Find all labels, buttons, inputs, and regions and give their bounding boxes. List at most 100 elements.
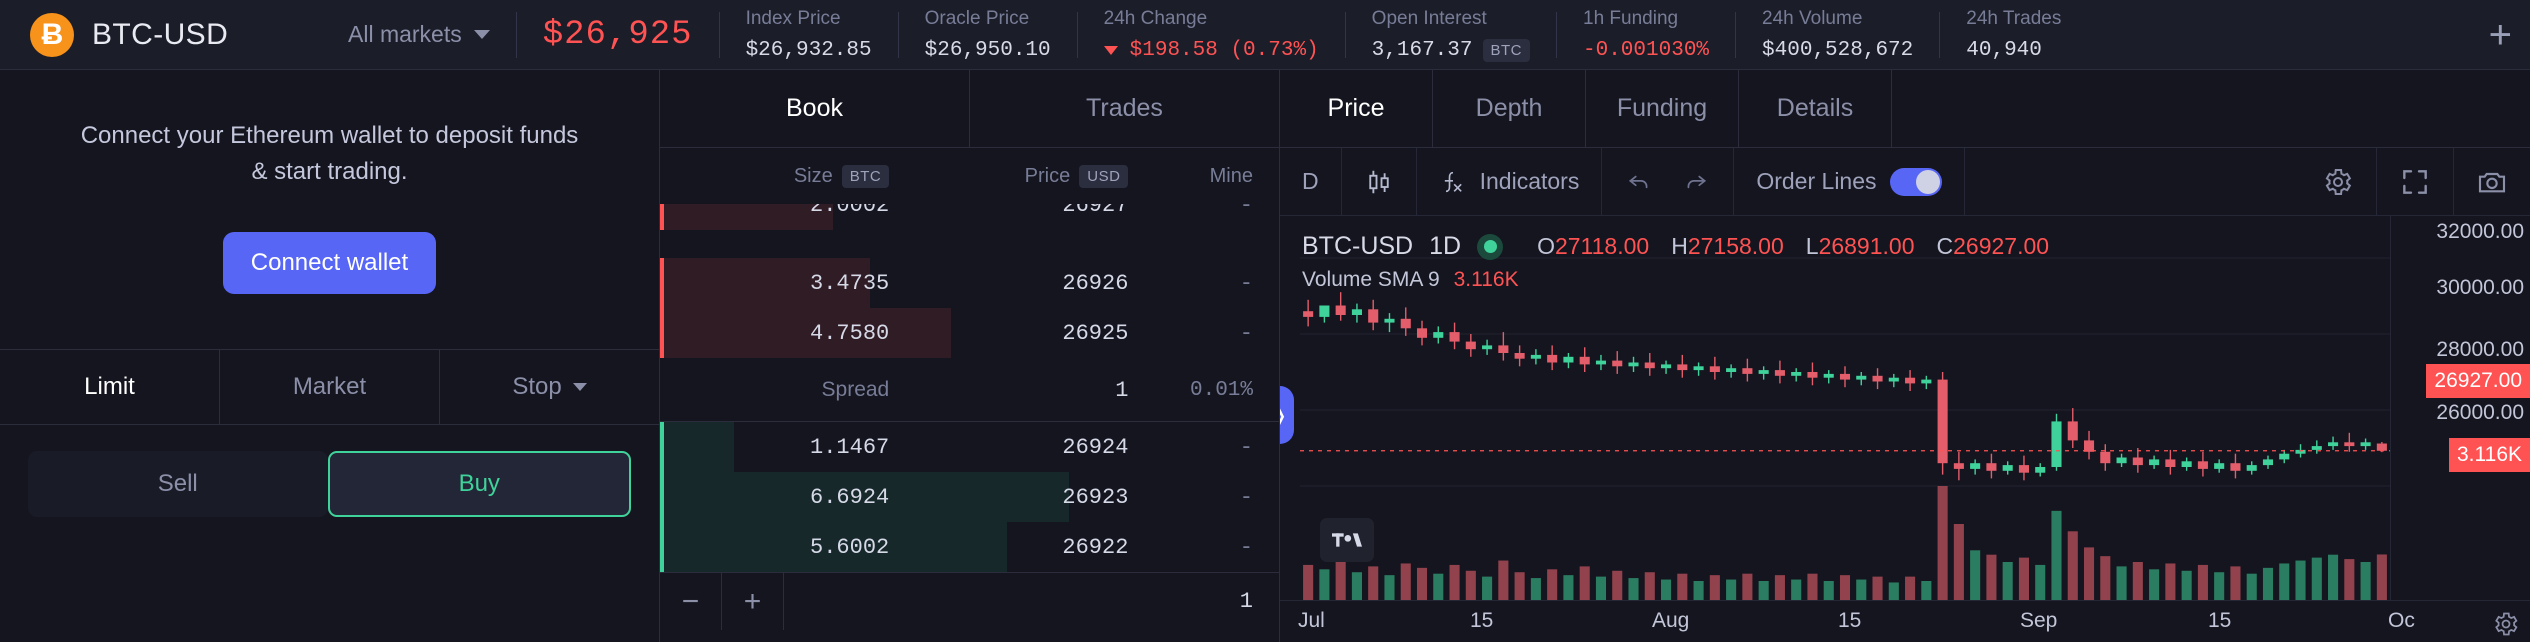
stat-label: 24h Change: [1103, 7, 1208, 29]
tab-trades[interactable]: Trades: [970, 70, 1279, 147]
bitcoin-icon: Ƀ: [30, 12, 74, 57]
tradingview-logo: [1320, 518, 1374, 562]
time-tick: 15: [2208, 609, 2232, 632]
ask-edge: [660, 204, 664, 230]
cell-mine: -: [1239, 204, 1253, 218]
buy-button[interactable]: Buy: [327, 451, 631, 517]
stat-label: Oracle Price: [924, 7, 1030, 29]
divider: [1735, 11, 1737, 58]
stat-index-price: Index Price $26,932.85: [746, 8, 872, 62]
divider: [1076, 11, 1078, 58]
legend-interval: 1D: [1429, 232, 1462, 260]
cell-mine: -: [1239, 270, 1253, 296]
table-row[interactable]: 1.1467 26924 -: [660, 422, 1279, 472]
column-header-price: Price USD: [889, 164, 1129, 188]
column-label: Price: [1024, 164, 1071, 187]
price-tick: 32000.00: [2436, 220, 2524, 243]
spread-label: Spread: [821, 378, 890, 401]
stat-label: Index Price: [745, 7, 841, 29]
bid-edge: [660, 422, 664, 472]
order-type-market[interactable]: Market: [220, 350, 440, 424]
table-row[interactable]: 3.4735 26926 -: [660, 258, 1279, 308]
cell-size: 2.0002: [810, 204, 890, 218]
chart-settings-bottom-button[interactable]: [2492, 610, 2520, 638]
tab-book[interactable]: Book: [660, 70, 970, 147]
cell-size: 4.7580: [810, 320, 890, 346]
toggle-switch[interactable]: [1889, 167, 1942, 196]
column-unit-chip[interactable]: USD: [1079, 164, 1129, 188]
price-tick: 26000.00: [2436, 401, 2524, 424]
history-buttons[interactable]: [1602, 147, 1735, 216]
time-tick: Sep: [2020, 609, 2058, 632]
grouping-decrease-button[interactable]: −: [660, 573, 722, 630]
undo-icon[interactable]: [1624, 169, 1654, 195]
interval-selector[interactable]: D: [1280, 147, 1342, 216]
stat-value: 40,940: [1966, 38, 2042, 62]
cell-size: 5.6002: [810, 534, 890, 560]
table-row[interactable]: 6.6924 26923 -: [660, 472, 1279, 522]
tab-funding[interactable]: Funding: [1586, 70, 1739, 147]
stat-label: Open Interest: [1371, 7, 1487, 29]
gear-icon: [2322, 166, 2354, 198]
indicators-button[interactable]: Indicators: [1417, 147, 1603, 216]
interval-label: D: [1302, 168, 1319, 194]
stat-24h-change: 24h Change $198.58 (0.73%): [1103, 7, 1319, 62]
sell-button[interactable]: Sell: [28, 451, 328, 517]
markets-selector-label: All markets: [348, 21, 462, 47]
order-type-limit[interactable]: Limit: [0, 350, 220, 424]
table-row[interactable]: 5.6002 26922 -: [660, 522, 1279, 572]
cell-mine: -: [1239, 534, 1253, 560]
order-type-stop[interactable]: Stop: [440, 350, 659, 424]
chart-type-button[interactable]: [1342, 147, 1417, 216]
column-unit-chip[interactable]: BTC: [841, 164, 890, 188]
indicators-label: Indicators: [1479, 168, 1580, 194]
time-axis[interactable]: Jul 15 Aug 15 Sep 15 Oc: [1280, 600, 2530, 642]
volume-legend-value: 3.116K: [1453, 268, 1519, 291]
chart-settings-button[interactable]: [2300, 147, 2377, 216]
fullscreen-icon: [2399, 166, 2431, 198]
ohlc-close-key: C: [1936, 233, 1954, 259]
order-type-label: Market: [292, 373, 367, 400]
column-header-size: Size BTC: [660, 164, 890, 188]
volume-legend: Volume SMA 9 3.116K: [1302, 268, 1519, 292]
tab-depth[interactable]: Depth: [1433, 70, 1586, 147]
stat-value: $26,950.10: [924, 38, 1051, 62]
ohlc-low-key: L: [1805, 233, 1819, 259]
order-lines-label: Order Lines: [1756, 168, 1877, 194]
price-axis[interactable]: 32000.00 30000.00 28000.00 26927.00 2600…: [2390, 216, 2530, 600]
collapse-orderbook-handle[interactable]: ❭: [1280, 386, 1294, 444]
screenshot-button[interactable]: [2454, 148, 2530, 216]
grouping-increase-button[interactable]: +: [722, 573, 784, 630]
time-tick: Oc: [2388, 609, 2415, 632]
side-selector: Sell Buy: [0, 425, 659, 517]
cell-price: 26924: [1062, 434, 1129, 460]
cell-price: 26922: [1062, 534, 1129, 560]
redo-icon[interactable]: [1681, 169, 1711, 195]
stat-value: 3,167.37: [1371, 38, 1473, 62]
stat-24h-volume: 24h Volume $400,528,672: [1762, 8, 1913, 62]
price-chart[interactable]: ❭ BTC-USD 1D O27118.00 H27158.00 L26891.…: [1280, 216, 2530, 642]
fullscreen-button[interactable]: [2377, 147, 2454, 216]
triangle-down-icon: [1103, 45, 1118, 55]
divider: [515, 11, 517, 58]
current-price-badge: 26927.00: [2426, 364, 2530, 398]
order-type-label: Stop: [512, 373, 562, 400]
cell-size: 1.1467: [810, 434, 890, 460]
tab-label: Price: [1327, 94, 1385, 122]
stat-label: 24h Volume: [1762, 7, 1863, 29]
table-row[interactable]: 4.7580 26925 -: [660, 308, 1279, 358]
tab-price[interactable]: Price: [1280, 70, 1433, 147]
volume-badge: 3.116K: [2449, 438, 2530, 472]
stat-open-interest: Open Interest 3,167.37 BTC: [1372, 8, 1530, 62]
connect-wallet-button[interactable]: Connect wallet: [222, 232, 437, 294]
chart-tabs: Price Depth Funding Details: [1280, 70, 2530, 148]
add-market-button[interactable]: +: [2489, 15, 2512, 55]
tab-details[interactable]: Details: [1739, 70, 1892, 147]
chevron-down-icon: [473, 30, 490, 39]
market-identity[interactable]: Ƀ BTC-USD: [0, 12, 330, 57]
order-lines-toggle[interactable]: Order Lines: [1734, 147, 1965, 216]
cell-mine: -: [1239, 484, 1253, 510]
markets-selector[interactable]: All markets: [348, 21, 490, 48]
table-row[interactable]: 2.0002 26927 -: [660, 204, 1279, 230]
ohlc-values: O27118.00 H27158.00 L26891.00 C26927.00: [1537, 233, 2049, 260]
